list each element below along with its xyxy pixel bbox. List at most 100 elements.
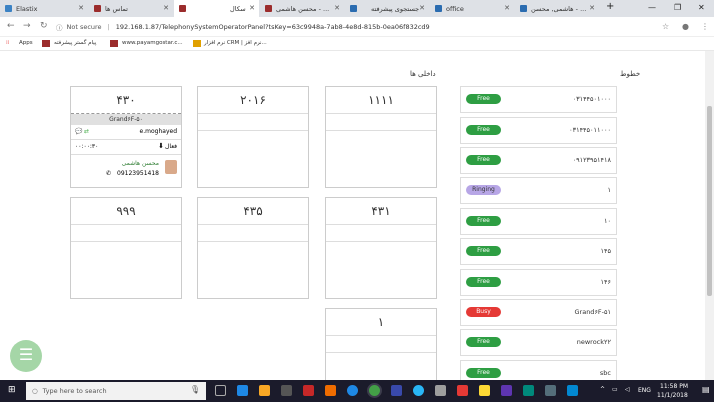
line-card[interactable]: Free sbc (460, 360, 617, 380)
chrome-icon[interactable] (369, 385, 380, 396)
url-field[interactable]: ⓘ Not secure | 192.168.1.87/TelephonySys… (56, 20, 668, 34)
minimize-button[interactable]: — (648, 3, 656, 12)
restore-button[interactable]: ❐ (674, 3, 681, 12)
extension-number: ۲۰۱۶ (198, 87, 308, 114)
extension-card[interactable]: ۱۱۱۱ (325, 86, 437, 188)
tab-elastix[interactable]: Elastix ✕ (0, 0, 88, 17)
extension-card[interactable]: ۴۳۵ (197, 197, 309, 299)
close-icon[interactable]: ✕ (504, 4, 510, 12)
close-icon[interactable]: ✕ (589, 4, 595, 12)
close-icon[interactable]: ✕ (78, 4, 84, 12)
bookmark-2[interactable]: www.payamgostar.c... (122, 40, 183, 46)
task-view-icon[interactable] (215, 385, 226, 396)
app-icon[interactable] (567, 385, 578, 396)
account-icon[interactable]: ● (682, 22, 689, 31)
taskbar-search[interactable]: ○ Type here to search (26, 382, 206, 400)
avatar (165, 160, 177, 174)
app-icon[interactable] (303, 385, 314, 396)
bookmark-3[interactable]: نرم افزار CRM | نرم افز... (204, 40, 267, 46)
notifications-icon[interactable]: ▤ (702, 385, 710, 394)
line-card[interactable]: Free ۱۰ (460, 208, 617, 235)
close-icon[interactable]: ✕ (163, 4, 169, 12)
close-icon[interactable]: ✕ (419, 4, 425, 12)
chat-icon[interactable]: 💬 (75, 128, 82, 135)
scrollbar-thumb[interactable] (707, 106, 712, 296)
tab-label: محسن هاشمی - ... (276, 4, 330, 13)
app-icon[interactable] (391, 385, 402, 396)
clock-time[interactable]: 11:58 PM (660, 383, 688, 390)
extension-card[interactable]: ۴۳۱ (325, 197, 437, 299)
clock-date[interactable]: 11/1/2018 (657, 392, 688, 399)
line-number: ۱۰ (604, 217, 611, 225)
forward-icon[interactable]: → (23, 21, 31, 31)
status-badge: Free (466, 216, 501, 226)
tab-advanced-search[interactable]: جستجوی پیشرفته ✕ (345, 0, 429, 17)
firefox-icon[interactable] (325, 385, 336, 396)
store-icon[interactable] (281, 385, 292, 396)
line-card[interactable]: Free ۰۹۱۲۳۹۵۱۴۱۸ (460, 147, 617, 174)
tray-chevron-icon[interactable]: ^ (600, 386, 605, 393)
menu-fab-button[interactable]: ☰ (10, 340, 42, 372)
volume-icon[interactable]: ◁ (625, 386, 630, 393)
close-icon[interactable]: ✕ (249, 4, 255, 12)
app-icon[interactable] (523, 385, 534, 396)
tab-label: هاشمی, محسن - ... (531, 4, 587, 13)
back-icon[interactable]: ← (7, 21, 15, 31)
file-explorer-icon[interactable] (259, 385, 270, 396)
app-icon[interactable] (479, 385, 490, 396)
star-icon[interactable]: ☆ (662, 22, 669, 31)
network-icon[interactable]: ▭ (612, 386, 618, 393)
skype-icon[interactable] (347, 385, 358, 396)
edge-icon[interactable] (237, 385, 248, 396)
line-number: ۱۴۶ (600, 278, 611, 286)
line-card[interactable]: Free ۱۴۶ (460, 269, 617, 296)
contact-name[interactable]: محسن هاشمی (122, 160, 159, 167)
line-card[interactable]: Free ۰۳۱۴۴۵۰۱۰۰۰ (460, 86, 617, 113)
tab-favicon-icon (265, 5, 272, 12)
bookmark-1[interactable]: پیام گستر پیشرفته (54, 40, 96, 46)
tab-calls[interactable]: تماس ها ✕ (89, 0, 173, 17)
status-badge: Free (466, 125, 501, 135)
bookmark-apps[interactable]: Apps (19, 40, 33, 46)
tab-mohsen[interactable]: محسن هاشمی - ... ✕ (260, 0, 344, 17)
extension-card[interactable]: ۱ (325, 308, 437, 380)
line-card[interactable]: Free ۰۳۱۴۴۵۰۱۱۰۰۰ (460, 117, 617, 144)
new-tab-button[interactable]: + (606, 1, 614, 12)
extension-card[interactable]: ۹۹۹ (70, 197, 182, 299)
line-number: sbc (599, 369, 611, 377)
menu-icon[interactable]: ⋮ (701, 22, 709, 31)
app-icon[interactable] (435, 385, 446, 396)
tab-hashemi[interactable]: هاشمی, محسن - ... ✕ (515, 0, 599, 17)
lines-heading: خطوط (620, 70, 641, 78)
tab-active[interactable]: سکال ✕ (174, 0, 259, 17)
status-badge: Free (466, 94, 501, 104)
extension-card-active[interactable]: ۴۳۰ Grand۶F-۵۰ 💬 ⇄ e.moghayed ۰۰:۰۰:۳۰ ف… (70, 86, 182, 188)
extension-card[interactable]: ۲۰۱۶ (197, 86, 309, 188)
line-card[interactable]: Busy Grand۶F-۵۱ (460, 299, 617, 326)
search-icon: ○ (32, 387, 38, 395)
extension-number: ۴۳۱ (326, 198, 436, 225)
transfer-icon[interactable]: ⇄ (84, 128, 89, 135)
app-icon[interactable] (457, 385, 468, 396)
microphone-icon[interactable]: 🎙 (190, 385, 200, 394)
line-card[interactable]: Free ۱۴۵ (460, 238, 617, 265)
app-icon[interactable] (501, 385, 512, 396)
windows-start-icon[interactable]: ⊞ (8, 385, 16, 395)
extensions-heading: داخلی ها (410, 70, 436, 78)
info-icon[interactable]: ⓘ (56, 22, 63, 32)
scrollbar[interactable] (705, 51, 714, 380)
close-window-button[interactable]: ✕ (698, 3, 705, 12)
status-badge: Busy (466, 307, 501, 317)
app-icon[interactable] (545, 385, 556, 396)
line-number: newrock۲۲ (576, 338, 611, 346)
tab-office[interactable]: office ✕ (430, 0, 514, 17)
reload-icon[interactable]: ↻ (40, 21, 48, 31)
skype-icon[interactable] (413, 385, 424, 396)
language-indicator[interactable]: ENG (638, 387, 651, 394)
close-icon[interactable]: ✕ (334, 4, 340, 12)
line-card[interactable]: Free newrock۲۲ (460, 329, 617, 356)
status-badge: Free (466, 368, 501, 378)
line-card[interactable]: Ringing ۱ (460, 177, 617, 204)
apps-icon[interactable]: ⁞⁞ (6, 40, 10, 46)
tab-favicon-icon (94, 5, 101, 12)
